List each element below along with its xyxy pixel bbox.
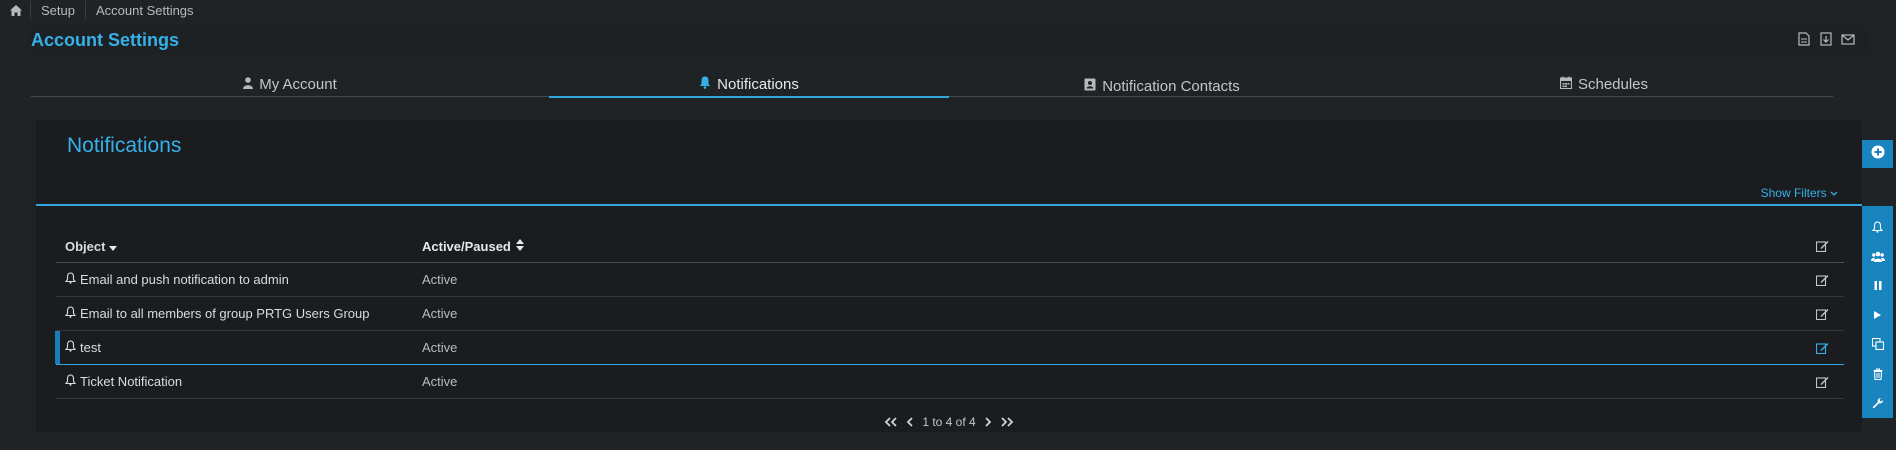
pagination: 1 to 4 of 4 [36, 412, 1862, 432]
row-object: Email and push notification to admin [64, 272, 289, 287]
user-icon [243, 76, 254, 93]
edit-icon[interactable] [1814, 306, 1830, 322]
tab-label: Notifications [717, 76, 799, 93]
tab-label: My Account [259, 76, 337, 93]
breadcrumb-item-account-settings[interactable]: Account Settings [86, 1, 204, 19]
tab-schedules[interactable]: Schedules [1375, 72, 1833, 97]
row-status: Active [422, 374, 458, 389]
row-object: Ticket Notification [64, 374, 182, 389]
column-header-status[interactable]: Active/Paused [422, 238, 524, 254]
copy-icon[interactable] [1862, 330, 1893, 359]
table-row[interactable]: Email and push notification to admin Act… [56, 263, 1844, 297]
play-icon[interactable] [1862, 300, 1893, 329]
row-status: Active [422, 272, 458, 287]
notifications-panel: Notifications Show Filters Object Active… [36, 120, 1862, 432]
home-icon[interactable] [0, 1, 31, 19]
header-actions [1796, 31, 1856, 47]
calendar-icon [1559, 76, 1573, 93]
bell-icon [64, 374, 77, 389]
breadcrumb: Setup Account Settings [0, 0, 204, 20]
table-row[interactable]: Email to all members of group PRTG Users… [56, 297, 1844, 331]
page-info: 1 to 4 of 4 [922, 415, 976, 429]
edit-icon[interactable] [1814, 340, 1830, 356]
tab-notifications[interactable]: Notifications [549, 72, 949, 98]
tab-notification-contacts[interactable]: Notification Contacts [949, 72, 1375, 97]
chevron-down-icon [1830, 186, 1838, 200]
pause-icon[interactable] [1862, 271, 1893, 300]
users-icon[interactable] [1862, 241, 1893, 270]
column-header-object[interactable]: Object [65, 238, 118, 254]
contact-card-icon [1084, 78, 1096, 95]
add-notification-button[interactable] [1862, 140, 1893, 168]
export-icon[interactable] [1818, 31, 1834, 47]
document-icon[interactable] [1796, 31, 1812, 47]
tab-bar: My Account Notifications Notification Co… [31, 72, 1833, 98]
first-page-icon[interactable] [884, 417, 898, 427]
trash-icon[interactable] [1862, 359, 1893, 388]
row-status: Active [422, 340, 458, 355]
last-page-icon[interactable] [1000, 417, 1014, 427]
action-rail [1862, 206, 1893, 418]
bell-icon [64, 306, 77, 321]
row-object-label[interactable]: Email and push notification to admin [80, 272, 289, 287]
row-object: test [64, 340, 101, 355]
row-object-label[interactable]: test [80, 340, 101, 355]
bell-icon[interactable] [1862, 212, 1893, 241]
multi-edit-icon[interactable] [1814, 238, 1830, 254]
bell-icon [699, 76, 711, 93]
table-row[interactable]: test Active [55, 331, 1844, 365]
column-header-label: Object [65, 238, 106, 254]
notifications-table: Object Active/Paused Email and push noti… [55, 230, 1844, 399]
add-circle-icon [1871, 145, 1885, 164]
show-filters-link[interactable]: Show Filters [1761, 186, 1838, 200]
panel-title: Notifications [67, 134, 182, 157]
header-bar [30, 26, 1870, 55]
wrench-icon[interactable] [1862, 389, 1893, 418]
show-filters-label: Show Filters [1760, 186, 1827, 200]
tab-label: Notification Contacts [1102, 78, 1240, 95]
page-title: Account Settings [31, 30, 180, 50]
panel-divider [36, 204, 1862, 206]
table-header-row: Object Active/Paused [56, 230, 1844, 263]
breadcrumb-item-setup[interactable]: Setup [31, 1, 86, 19]
next-page-icon[interactable] [984, 417, 992, 427]
column-header-label: Active/Paused [422, 238, 511, 254]
edit-icon[interactable] [1814, 272, 1830, 288]
sort-desc-icon [109, 239, 118, 254]
row-object: Email to all members of group PRTG Users… [64, 306, 369, 321]
sort-icon [515, 238, 524, 254]
bell-icon [64, 272, 77, 287]
row-object-label[interactable]: Email to all members of group PRTG Users… [80, 306, 369, 321]
table-row[interactable]: Ticket Notification Active [56, 365, 1844, 399]
bell-icon [64, 340, 77, 355]
row-status: Active [422, 306, 458, 321]
prev-page-icon[interactable] [906, 417, 914, 427]
row-object-label[interactable]: Ticket Notification [80, 374, 182, 389]
edit-icon[interactable] [1814, 374, 1830, 390]
tab-my-account[interactable]: My Account [31, 72, 549, 97]
mail-icon[interactable] [1840, 31, 1856, 47]
tab-label: Schedules [1577, 76, 1649, 93]
